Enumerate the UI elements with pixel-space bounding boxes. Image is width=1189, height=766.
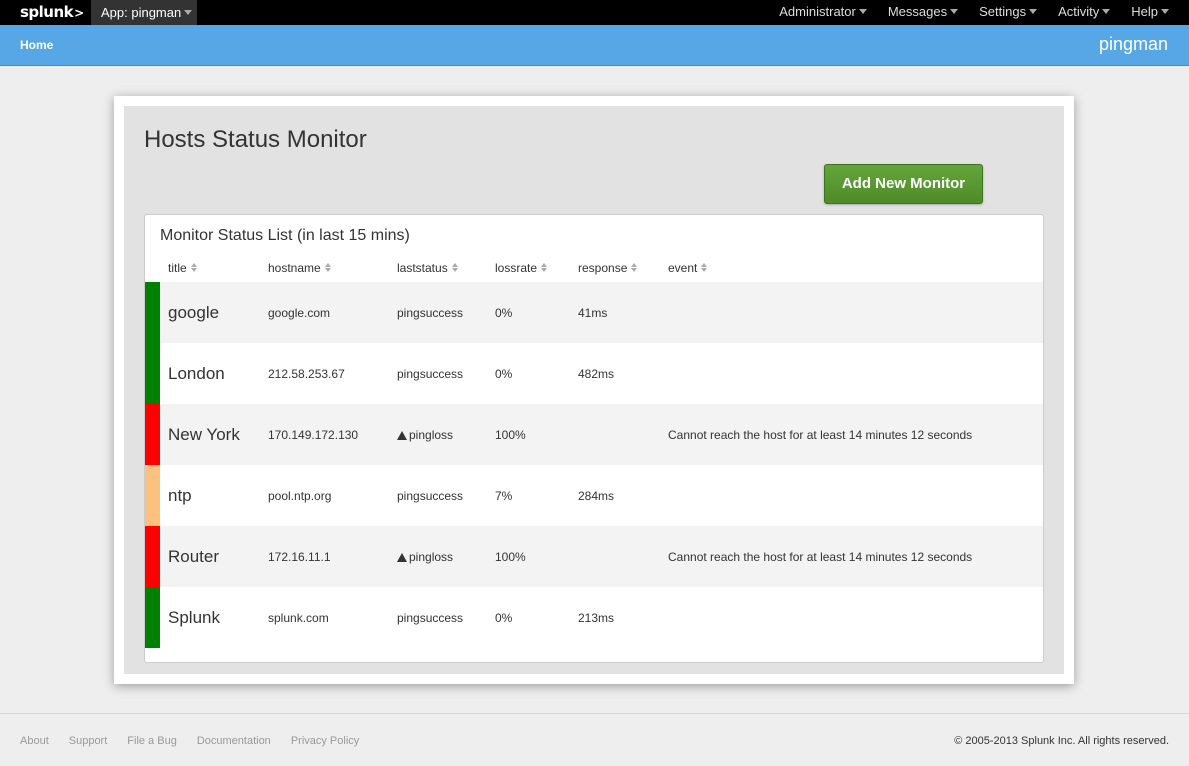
page-title: Hosts Status Monitor <box>144 126 367 153</box>
column-header-lossrate[interactable]: lossrate <box>495 253 578 282</box>
chevron-down-icon <box>1161 9 1169 15</box>
column-header-laststatus[interactable]: laststatus <box>397 253 495 282</box>
lossrate-cell: 100% <box>495 404 578 465</box>
footer-links: About Support File a Bug Documentation P… <box>20 735 359 747</box>
event-cell <box>668 587 1043 648</box>
monitor-title: New York <box>160 404 268 465</box>
app-bar: Home pingman <box>0 25 1189 66</box>
lossrate-cell: 100% <box>495 526 578 587</box>
status-color-bar <box>145 404 160 465</box>
sort-icon <box>190 262 198 273</box>
nav-administrator[interactable]: Administrator <box>779 0 867 25</box>
top-nav: Administrator Messages Settings Activity… <box>779 0 1169 25</box>
nav-messages[interactable]: Messages <box>888 0 959 25</box>
table-row[interactable]: Router 172.16.11.1 pingloss 100% Cannot … <box>145 526 1043 587</box>
table-row[interactable]: ntp pool.ntp.org pingsuccess 7% 284ms <box>145 465 1043 526</box>
sort-icon <box>631 262 638 273</box>
app-menu-label: App: pingman <box>101 5 182 20</box>
monitor-title: Router <box>160 526 268 587</box>
chevron-down-icon <box>184 10 193 16</box>
laststatus-cell: pingloss <box>397 526 495 587</box>
laststatus-cell: pingloss <box>397 404 495 465</box>
chevron-down-icon <box>950 9 959 15</box>
column-header-hostname[interactable]: hostname <box>268 253 397 282</box>
footer-link-documentation[interactable]: Documentation <box>197 735 271 747</box>
splunk-logo[interactable]: splunk> <box>20 3 84 21</box>
laststatus-cell: pingsuccess <box>397 465 495 526</box>
table-row[interactable]: Splunk splunk.com pingsuccess 0% 213ms <box>145 587 1043 648</box>
column-header-response[interactable]: response <box>578 253 668 282</box>
event-cell <box>668 465 1043 526</box>
lossrate-cell: 7% <box>495 465 578 526</box>
app-name: pingman <box>1098 34 1168 54</box>
event-cell <box>668 343 1043 404</box>
home-link[interactable]: Home <box>20 38 53 52</box>
hostname-cell: splunk.com <box>268 587 397 648</box>
status-color-bar <box>145 282 160 343</box>
response-cell <box>578 526 668 587</box>
monitor-title: google <box>160 282 268 343</box>
event-cell: Cannot reach the host for at least 14 mi… <box>668 526 1043 587</box>
table-row[interactable]: New York 170.149.172.130 pingloss 100% C… <box>145 404 1043 465</box>
hostname-cell: 172.16.11.1 <box>268 526 397 587</box>
footer: About Support File a Bug Documentation P… <box>0 713 1189 766</box>
app-menu[interactable]: App: pingman <box>91 0 197 25</box>
top-bar: splunk> App: pingman Administrator Messa… <box>0 0 1189 25</box>
response-cell <box>578 404 668 465</box>
chevron-down-icon <box>1029 9 1038 15</box>
event-cell: Cannot reach the host for at least 14 mi… <box>668 404 1043 465</box>
status-color-bar <box>145 587 160 648</box>
event-cell <box>668 282 1043 343</box>
response-cell: 41ms <box>578 282 668 343</box>
monitor-title: Splunk <box>160 587 268 648</box>
footer-link-support[interactable]: Support <box>69 735 108 747</box>
laststatus-cell: pingsuccess <box>397 343 495 404</box>
list-title: Monitor Status List (in last 15 mins) <box>160 227 410 244</box>
status-color-bar <box>145 526 160 587</box>
hostname-cell: 212.58.253.67 <box>268 343 397 404</box>
sort-icon <box>324 262 332 273</box>
footer-link-privacy-policy[interactable]: Privacy Policy <box>291 735 359 747</box>
hostname-cell: pool.ntp.org <box>268 465 397 526</box>
response-cell: 213ms <box>578 587 668 648</box>
warning-icon <box>397 552 407 562</box>
hostname-cell: 170.149.172.130 <box>268 404 397 465</box>
status-color-bar <box>145 465 160 526</box>
hostname-cell: google.com <box>268 282 397 343</box>
lossrate-cell: 0% <box>495 343 578 404</box>
column-header-title[interactable]: title <box>145 253 268 282</box>
response-cell: 284ms <box>578 465 668 526</box>
footer-link-file-a-bug[interactable]: File a Bug <box>127 735 177 747</box>
column-header-event[interactable]: event <box>668 253 1043 282</box>
warning-icon <box>397 430 407 440</box>
copyright: © 2005-2013 Splunk Inc. All rights reser… <box>954 735 1169 747</box>
nav-activity[interactable]: Activity <box>1058 0 1111 25</box>
status-color-bar <box>145 343 160 404</box>
sort-icon <box>701 262 708 273</box>
monitor-title: London <box>160 343 268 404</box>
table-row[interactable]: London 212.58.253.67 pingsuccess 0% 482m… <box>145 343 1043 404</box>
laststatus-cell: pingsuccess <box>397 282 495 343</box>
chevron-down-icon <box>1102 9 1111 15</box>
table-row[interactable]: google google.com pingsuccess 0% 41ms <box>145 282 1043 343</box>
status-table: title hostname laststatus lossrate respo… <box>145 253 1043 648</box>
footer-link-about[interactable]: About <box>20 735 49 747</box>
dashboard-panel-inner: Hosts Status Monitor Add New Monitor Mon… <box>124 106 1064 674</box>
lossrate-cell: 0% <box>495 587 578 648</box>
lossrate-cell: 0% <box>495 282 578 343</box>
nav-settings[interactable]: Settings <box>979 0 1038 25</box>
monitor-title: ntp <box>160 465 268 526</box>
response-cell: 482ms <box>578 343 668 404</box>
monitor-status-list: Monitor Status List (in last 15 mins) ti… <box>144 214 1044 663</box>
table-header-row: title hostname laststatus lossrate respo… <box>145 253 1043 282</box>
chevron-down-icon <box>858 9 867 15</box>
dashboard-panel: Hosts Status Monitor Add New Monitor Mon… <box>114 96 1074 684</box>
laststatus-cell: pingsuccess <box>397 587 495 648</box>
sort-icon <box>541 262 548 273</box>
nav-help[interactable]: Help <box>1131 0 1169 25</box>
add-new-monitor-button[interactable]: Add New Monitor <box>824 164 983 204</box>
sort-icon <box>451 262 459 273</box>
